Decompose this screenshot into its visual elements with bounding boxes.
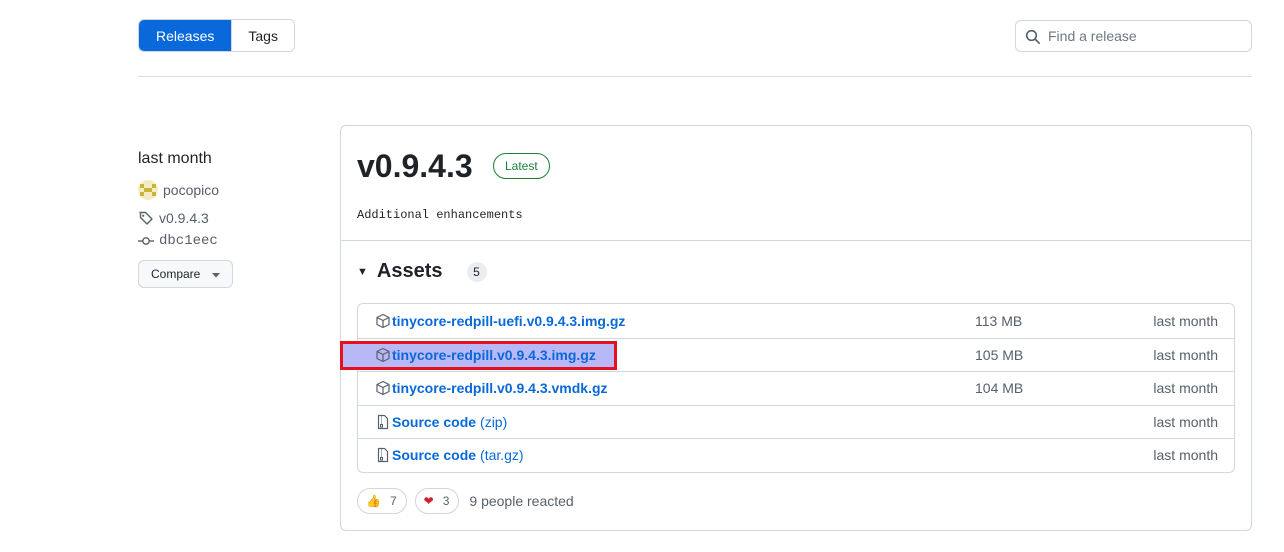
reaction-summary: 9 people reacted [469, 493, 574, 509]
asset-format: (zip) [480, 413, 508, 430]
release-date: last month [138, 150, 212, 167]
git-commit-icon [138, 237, 154, 245]
commit-sha[interactable]: dbc1eec [159, 233, 218, 249]
asset-row: tinycore-redpill-uefi.v0.9.4.3.img.gz 11… [358, 304, 1234, 338]
caret-down-icon [212, 273, 220, 278]
assets-toggle[interactable]: ▼ Assets 5 [357, 260, 487, 283]
asset-time: last month [1153, 346, 1218, 363]
author-name[interactable]: pocopico [163, 182, 219, 198]
triangle-down-icon: ▼ [357, 265, 368, 278]
package-icon [376, 347, 390, 362]
card-divider [341, 240, 1251, 241]
compare-button[interactable]: Compare [138, 260, 233, 288]
reaction-thumbs-up[interactable]: 👍 7 [357, 488, 407, 514]
tag-icon [139, 211, 153, 225]
asset-size: 105 MB [975, 346, 1024, 363]
reaction-count: 7 [389, 494, 397, 508]
asset-link[interactable]: Source code [392, 447, 476, 463]
asset-size: 113 MB [975, 312, 1023, 329]
tab-releases[interactable]: Releases [139, 20, 232, 51]
header-divider [138, 76, 1252, 77]
tag-link[interactable]: v0.9.4.3 [138, 210, 209, 226]
search-icon [1025, 29, 1040, 44]
asset-time: last month [1153, 447, 1218, 464]
asset-link[interactable]: Source code [392, 414, 476, 430]
commit-link[interactable]: dbc1eec [138, 233, 218, 249]
file-zip-icon [377, 448, 389, 463]
identicon-icon [140, 184, 156, 196]
compare-label: Compare [151, 267, 201, 281]
assets-count: 5 [466, 261, 487, 282]
asset-size: 104 MB [975, 380, 1024, 397]
release-notes: Additional enhancements [357, 208, 523, 222]
heart-icon: ❤ [423, 494, 434, 508]
releases-tags-nav: Releases Tags [138, 19, 295, 52]
asset-row: Source code (tar.gz) last month [358, 438, 1234, 472]
avatar[interactable] [138, 180, 158, 200]
file-zip-icon [377, 414, 389, 429]
asset-link[interactable]: tinycore-redpill.v0.9.4.3.img.gz [392, 347, 596, 363]
tab-tags[interactable]: Tags [231, 20, 294, 51]
tag-name[interactable]: v0.9.4.3 [159, 210, 209, 226]
asset-link[interactable]: tinycore-redpill-uefi.v0.9.4.3.img.gz [392, 313, 625, 329]
reactions-bar: 👍 7 ❤ 3 9 people reacted [357, 488, 574, 514]
release-title[interactable]: v0.9.4.3 [357, 148, 473, 185]
asset-link[interactable]: tinycore-redpill.v0.9.4.3.vmdk.gz [392, 380, 608, 396]
search-input[interactable] [1048, 28, 1238, 44]
release-search[interactable] [1015, 20, 1252, 52]
package-icon [376, 313, 390, 328]
assets-heading: Assets [376, 260, 443, 282]
asset-format: (tar.gz) [480, 447, 524, 464]
asset-time: last month [1153, 413, 1218, 430]
asset-row: tinycore-redpill.v0.9.4.3.img.gz 105 MB … [340, 337, 1234, 372]
package-icon [376, 381, 390, 396]
assets-list: tinycore-redpill-uefi.v0.9.4.3.img.gz 11… [340, 303, 1235, 473]
asset-time: last month [1153, 312, 1218, 329]
asset-row: tinycore-redpill.v0.9.4.3.vmdk.gz 104 MB… [358, 371, 1234, 405]
thumbs-up-icon: 👍 [366, 494, 381, 508]
reaction-heart[interactable]: ❤ 3 [414, 488, 460, 514]
asset-time: last month [1153, 380, 1218, 397]
author-link[interactable]: pocopico [138, 180, 219, 200]
reaction-count: 3 [442, 494, 450, 508]
release-card: v0.9.4.3 Latest Additional enhancements … [340, 125, 1252, 531]
asset-row: Source code (zip) last month [358, 404, 1234, 439]
latest-badge: Latest [493, 153, 550, 179]
